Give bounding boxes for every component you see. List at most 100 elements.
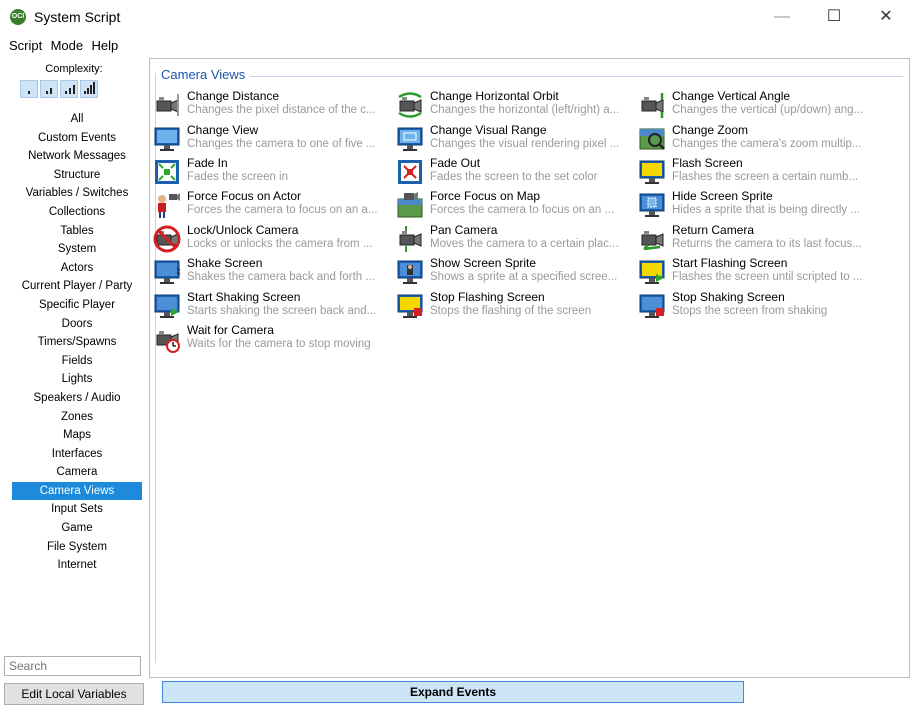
event-wait-for-camera[interactable]: Wait for Camera Waits for the camera to s… — [153, 323, 393, 355]
sidebar-item-game[interactable]: Game — [12, 519, 142, 538]
menu-help[interactable]: Help — [91, 36, 118, 53]
sidebar-item-zones[interactable]: Zones — [12, 408, 142, 427]
sidebar-item-all[interactable]: All — [12, 110, 142, 129]
focus-actor-icon — [153, 191, 181, 219]
camera-orbit-icon — [396, 91, 424, 119]
complexity-level-4-button[interactable] — [80, 80, 98, 98]
sidebar-item-speakers-audio[interactable]: Speakers / Audio — [12, 389, 142, 408]
stop-flash-icon — [396, 292, 424, 320]
event-change-visual-range[interactable]: Change Visual Range Changes the visual re… — [396, 123, 636, 155]
event-name: Change Zoom — [672, 123, 749, 137]
event-stop-shaking-screen[interactable]: Stop Shaking Screen Stops the screen from… — [638, 290, 878, 322]
event-description: Starts shaking the screen back and... — [187, 305, 377, 317]
event-name: Wait for Camera — [187, 323, 274, 337]
stop-shake-icon — [638, 292, 666, 320]
search-input[interactable] — [4, 656, 141, 676]
complexity-level-2-button[interactable] — [40, 80, 58, 98]
event-description: Stops the flashing of the screen — [430, 305, 592, 317]
event-description: Changes the horizontal (left/right) a... — [430, 104, 620, 116]
expand-events-button[interactable]: Expand Events — [162, 681, 744, 703]
event-change-horizontal-orbit[interactable]: Change Horizontal Orbit Changes the horiz… — [396, 89, 636, 121]
event-name: Start Flashing Screen — [672, 256, 788, 270]
event-description: Shows a sprite at a specified scree... — [430, 271, 618, 283]
category-list: All Custom Events Network Messages Structur… — [12, 110, 142, 575]
event-description: Forces the camera to focus on an ... — [430, 204, 615, 216]
event-start-flashing-screen[interactable]: Start Flashing Screen Flashes the screen … — [638, 256, 878, 288]
event-start-shaking-screen[interactable]: Start Shaking Screen Starts shaking the s… — [153, 290, 393, 322]
event-name: Return Camera — [672, 223, 755, 237]
sidebar-item-file-system[interactable]: File System — [12, 538, 142, 557]
sidebar-item-collections[interactable]: Collections — [12, 203, 142, 222]
sidebar-item-variables-switches[interactable]: Variables / Switches — [12, 184, 142, 203]
event-shake-screen[interactable]: Shake Screen Shakes the camera back and f… — [153, 256, 393, 288]
events-panel: Camera Views Change Distance Changes the … — [149, 58, 910, 678]
event-name: Change Distance — [187, 89, 280, 103]
event-flash-screen[interactable]: Flash Screen Flashes the screen a certain… — [638, 156, 878, 188]
event-return-camera[interactable]: Return Camera Returns the camera to its l… — [638, 223, 878, 255]
complexity-level-1-button[interactable] — [20, 80, 38, 98]
show-sprite-icon — [396, 258, 424, 286]
event-hide-screen-sprite[interactable]: Hide Screen Sprite Hides a sprite that is… — [638, 189, 878, 221]
event-change-zoom[interactable]: Change Zoom Changes the camera's zoom mul… — [638, 123, 878, 155]
focus-map-icon — [396, 191, 424, 219]
sidebar-item-current-player-party[interactable]: Current Player / Party — [12, 277, 142, 296]
event-fade-out[interactable]: Fade Out Fades the screen to the set colo… — [396, 156, 636, 188]
monitor-view-icon — [153, 125, 181, 153]
event-show-screen-sprite[interactable]: Show Screen Sprite Shows a sprite at a sp… — [396, 256, 636, 288]
sidebar-item-maps[interactable]: Maps — [12, 426, 142, 445]
event-name: Hide Screen Sprite — [672, 189, 773, 203]
maximize-button[interactable]: ☐ — [812, 4, 856, 30]
sidebar-item-structure[interactable]: Structure — [12, 166, 142, 185]
event-description: Changes the camera's zoom multip... — [672, 138, 862, 150]
event-change-view[interactable]: Change View Changes the camera to one of … — [153, 123, 393, 155]
sidebar-item-interfaces[interactable]: Interfaces — [12, 445, 142, 464]
fade-in-icon — [153, 158, 181, 186]
sidebar-item-timers-spawns[interactable]: Timers/Spawns — [12, 333, 142, 352]
minimize-button[interactable]: — — [760, 4, 804, 30]
event-change-vertical-angle[interactable]: Change Vertical Angle Changes the vertica… — [638, 89, 878, 121]
event-name: Show Screen Sprite — [430, 256, 537, 270]
monitor-range-icon — [396, 125, 424, 153]
close-button[interactable]: ✕ — [864, 4, 908, 30]
sidebar-item-doors[interactable]: Doors — [12, 315, 142, 334]
return-camera-icon — [638, 225, 666, 253]
event-description: Returns the camera to its last focus... — [672, 238, 862, 250]
event-lock-unlock-camera[interactable]: Lock/Unlock Camera Locks or unlocks the c… — [153, 223, 393, 255]
pan-camera-icon — [396, 225, 424, 253]
sidebar-item-actors[interactable]: Actors — [12, 259, 142, 278]
sidebar-item-network-messages[interactable]: Network Messages — [12, 147, 142, 166]
group-title: Camera Views — [161, 67, 250, 82]
event-description: Changes the camera to one of five ... — [187, 138, 376, 150]
event-fade-in[interactable]: Fade In Fades the screen in — [153, 156, 393, 188]
complexity-level-3-button[interactable] — [60, 80, 78, 98]
camera-distance-icon — [153, 91, 181, 119]
event-change-distance[interactable]: Change Distance Changes the pixel distanc… — [153, 89, 393, 121]
sidebar-item-specific-player[interactable]: Specific Player — [12, 296, 142, 315]
sidebar-item-lights[interactable]: Lights — [12, 370, 142, 389]
sidebar-item-camera[interactable]: Camera — [12, 463, 142, 482]
sidebar-item-input-sets[interactable]: Input Sets — [12, 500, 142, 519]
event-name: Lock/Unlock Camera — [187, 223, 299, 237]
sidebar-item-camera-views[interactable]: Camera Views — [12, 481, 142, 501]
event-name: Change View — [187, 123, 259, 137]
edit-local-variables-button[interactable]: Edit Local Variables — [4, 683, 144, 705]
menu-mode[interactable]: Mode — [51, 36, 84, 53]
menu-script[interactable]: Script — [9, 36, 42, 53]
event-stop-flashing-screen[interactable]: Stop Flashing Screen Stops the flashing o… — [396, 290, 636, 322]
event-description: Stops the screen from shaking — [672, 305, 828, 317]
sidebar-item-internet[interactable]: Internet — [12, 556, 142, 575]
event-description: Forces the camera to focus on an a... — [187, 204, 378, 216]
sidebar-item-fields[interactable]: Fields — [12, 352, 142, 371]
event-force-focus-on-actor[interactable]: Force Focus on Actor Forces the camera to… — [153, 189, 393, 221]
sidebar-item-system[interactable]: System — [12, 240, 142, 259]
start-shake-icon — [153, 292, 181, 320]
event-force-focus-on-map[interactable]: Force Focus on Map Forces the camera to f… — [396, 189, 636, 221]
sidebar-item-custom-events[interactable]: Custom Events — [12, 129, 142, 148]
sidebar-item-tables[interactable]: Tables — [12, 222, 142, 241]
event-name: Pan Camera — [430, 223, 498, 237]
event-description: Waits for the camera to stop moving — [187, 338, 371, 350]
window-title: System Script — [34, 9, 121, 25]
event-name: Flash Screen — [672, 156, 743, 170]
event-pan-camera[interactable]: Pan Camera Moves the camera to a certain … — [396, 223, 636, 255]
event-name: Change Horizontal Orbit — [430, 89, 559, 103]
